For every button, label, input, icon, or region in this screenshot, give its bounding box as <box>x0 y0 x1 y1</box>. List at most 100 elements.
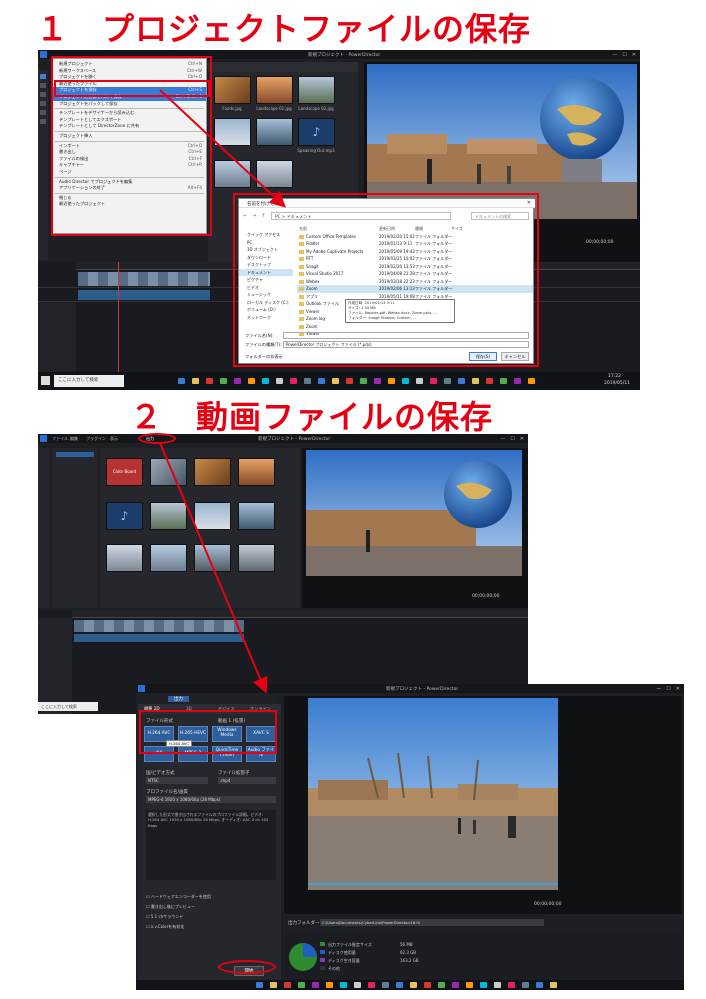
playhead[interactable] <box>118 262 119 372</box>
video-clip[interactable] <box>78 272 210 286</box>
taskbar-app-icon[interactable] <box>458 378 465 384</box>
taskbar-app-icon[interactable] <box>410 982 417 988</box>
option-hw-encoder[interactable]: ☐ ハードウェアエンコーダーを使用 <box>146 894 211 900</box>
media-thumb[interactable] <box>150 502 187 530</box>
taskbar-app-icon[interactable] <box>416 378 423 384</box>
taskbar-app-icon[interactable] <box>438 982 445 988</box>
taskbar-app-icon[interactable] <box>276 378 283 384</box>
option-xvcolor[interactable]: ☐ x.v.Colorを有効化 <box>146 924 184 930</box>
option-surround[interactable]: ☐ 5.1 chサラウンド <box>146 914 183 920</box>
category-list <box>52 448 98 608</box>
profile-select[interactable]: MPEG-4 1920 x 1080/60p (28 Mbps) <box>146 796 276 803</box>
profile-description: 選択した形式で書き出されるファイルのプロファイル詳細。ビデオ: H.264 AV… <box>146 810 276 880</box>
media-thumb-sport2[interactable] <box>256 160 293 188</box>
taskbar-app-icon[interactable] <box>326 982 333 988</box>
window-controls[interactable]: — ☐ ✕ <box>656 685 680 692</box>
media-thumb-skate2[interactable] <box>256 118 293 146</box>
taskbar-app-icon[interactable] <box>312 982 319 988</box>
taskbar-app-icon[interactable] <box>220 378 227 384</box>
media-thumb[interactable] <box>150 544 187 572</box>
taskbar-app-icon[interactable] <box>480 982 487 988</box>
taskbar-app-icon[interactable] <box>486 378 493 384</box>
output-folder-input[interactable]: C:\Users\Documents\CyberLink\PowerDirect… <box>320 919 544 926</box>
window-controls[interactable]: — ☐ ✕ <box>500 435 524 442</box>
taskbar-app-icon[interactable] <box>528 378 535 384</box>
country-select[interactable]: NTSC <box>146 777 208 784</box>
taskbar-app-icon[interactable] <box>262 378 269 384</box>
taskbar-app-icon[interactable] <box>466 982 473 988</box>
mode-tab[interactable]: 出力 <box>168 696 189 702</box>
taskbar-app-icon[interactable] <box>514 378 521 384</box>
taskbar-app-icon[interactable] <box>248 378 255 384</box>
media-thumb[interactable] <box>194 458 231 486</box>
taskbar-app-icon[interactable] <box>298 982 305 988</box>
taskbar-app-icon[interactable] <box>402 378 409 384</box>
preview-area: 00;00;00;00 <box>302 448 528 608</box>
option-preview[interactable]: ☐ 書き出し後にプレビュー <box>146 904 195 910</box>
media-thumb[interactable]: ♪ <box>106 502 143 530</box>
media-thumb-skate1[interactable] <box>214 118 251 146</box>
taskbar-app-icon[interactable] <box>318 378 325 384</box>
windows-start-icon[interactable] <box>41 376 50 385</box>
taskbar-app-icon[interactable] <box>500 378 507 384</box>
taskbar-app-icon[interactable] <box>522 982 529 988</box>
media-thumb-landscape1[interactable] <box>256 76 293 104</box>
taskbar-icons <box>178 372 558 390</box>
taskbar-app-icon[interactable] <box>332 378 339 384</box>
taskbar-app-icon[interactable] <box>382 982 389 988</box>
menu-plugin[interactable]: プラグイン <box>86 436 106 442</box>
taskbar-app-icon[interactable] <box>270 982 277 988</box>
taskbar-app-icon[interactable] <box>472 378 479 384</box>
menu-file[interactable]: ファイル <box>52 436 68 442</box>
taskbar-app-icon[interactable] <box>340 982 347 988</box>
taskbar-app-icon[interactable] <box>206 378 213 384</box>
taskbar-app-icon[interactable] <box>256 982 263 988</box>
media-thumb-colorboard[interactable]: Color Board <box>106 458 143 486</box>
taskbar-app-icon[interactable] <box>374 378 381 384</box>
taskbar-search[interactable]: ここに入力して検索 <box>38 702 98 711</box>
audio-clip[interactable] <box>78 290 210 300</box>
menu-edit[interactable]: 編集 <box>70 436 78 442</box>
media-thumb[interactable] <box>194 502 231 530</box>
taskbar-app-icon[interactable] <box>284 982 291 988</box>
media-thumb[interactable] <box>238 458 275 486</box>
media-label: Foods.jpg <box>222 106 242 111</box>
taskbar-app-icon[interactable] <box>360 378 367 384</box>
taskbar-app-icon[interactable] <box>234 378 241 384</box>
taskbar-app-icon[interactable] <box>304 378 311 384</box>
taskbar-app-icon[interactable] <box>508 982 515 988</box>
taskbar-app-icon[interactable] <box>424 982 431 988</box>
taskbar-app-icon[interactable] <box>396 982 403 988</box>
taskbar-app-icon[interactable] <box>192 378 199 384</box>
taskbar-app-icon[interactable] <box>452 982 459 988</box>
media-thumb-audio[interactable]: ♪ <box>298 118 335 146</box>
video-clip[interactable] <box>74 620 244 632</box>
taskbar-app-icon[interactable] <box>346 378 353 384</box>
taskbar-app-icon[interactable] <box>354 982 361 988</box>
media-thumb[interactable] <box>238 544 275 572</box>
taskbar-app-icon[interactable] <box>178 378 185 384</box>
media-library: Color Board ♪ <box>100 448 300 608</box>
taskbar-app-icon[interactable] <box>368 982 375 988</box>
disk-pie-chart <box>289 943 317 971</box>
container-select[interactable]: .mp4 <box>218 777 276 784</box>
media-thumb[interactable] <box>238 502 275 530</box>
media-thumb[interactable] <box>194 544 231 572</box>
media-thumb-sport1[interactable] <box>214 160 251 188</box>
taskbar-search[interactable]: ここに入力して検索 <box>54 375 124 387</box>
app-title: 新規プロジェクト - PowerDirector <box>308 53 381 58</box>
audio-clip[interactable] <box>74 634 244 642</box>
taskbar-app-icon[interactable] <box>388 378 395 384</box>
media-thumb[interactable] <box>150 458 187 486</box>
taskbar-app-icon[interactable] <box>550 982 557 988</box>
taskbar-app-icon[interactable] <box>494 982 501 988</box>
menu-view[interactable]: 表示 <box>110 436 118 442</box>
taskbar-app-icon[interactable] <box>430 378 437 384</box>
taskbar-app-icon[interactable] <box>536 982 543 988</box>
taskbar-app-icon[interactable] <box>290 378 297 384</box>
taskbar-app-icon[interactable] <box>444 378 451 384</box>
media-thumb-food[interactable] <box>214 76 251 104</box>
window-controls[interactable]: — ☐ ✕ <box>612 51 636 58</box>
media-thumb-landscape2[interactable] <box>298 76 335 104</box>
media-thumb[interactable] <box>106 544 143 572</box>
